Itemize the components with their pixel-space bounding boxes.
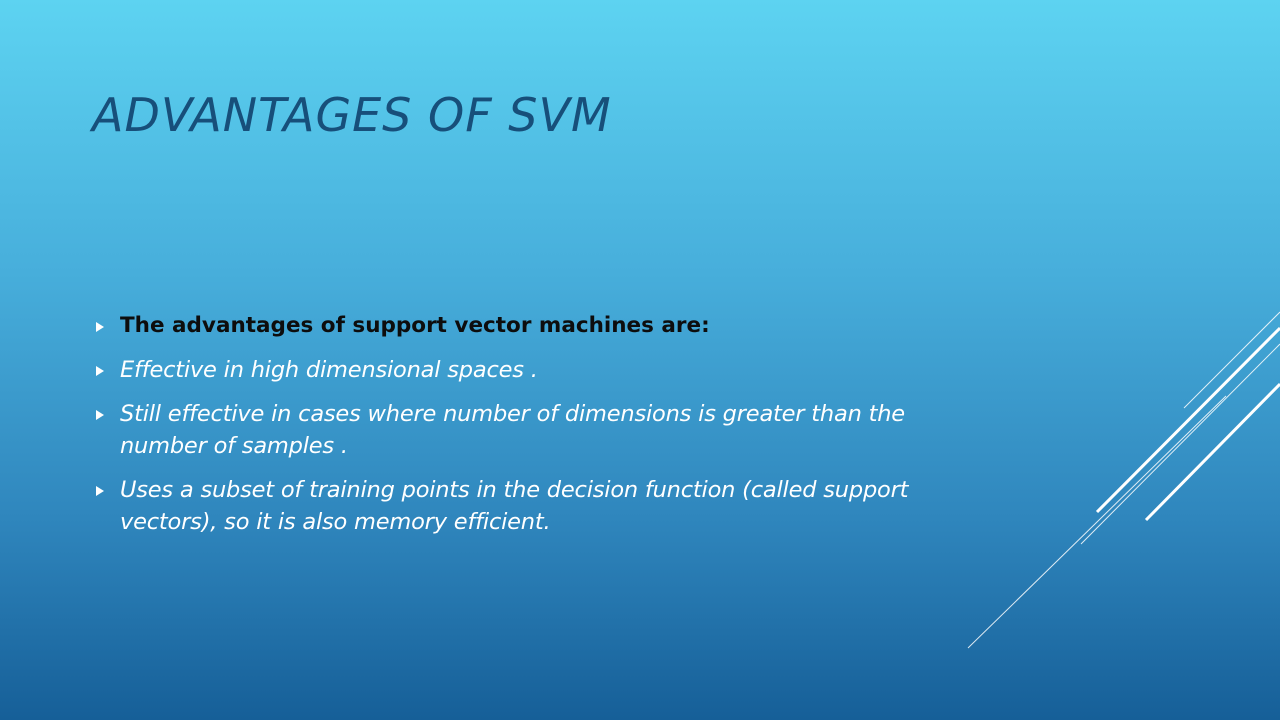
- deco-line-thin-top: [1183, 311, 1280, 409]
- deco-line-thick-2: [1144, 382, 1280, 522]
- deco-line-thin-long: [967, 395, 1227, 649]
- deco-line-thin-mid: [1080, 343, 1280, 545]
- slide: ADVANTAGES OF SVM The advantages of supp…: [0, 0, 1280, 720]
- decorative-lines: [967, 311, 1280, 649]
- deco-line-thick-1: [1095, 326, 1280, 514]
